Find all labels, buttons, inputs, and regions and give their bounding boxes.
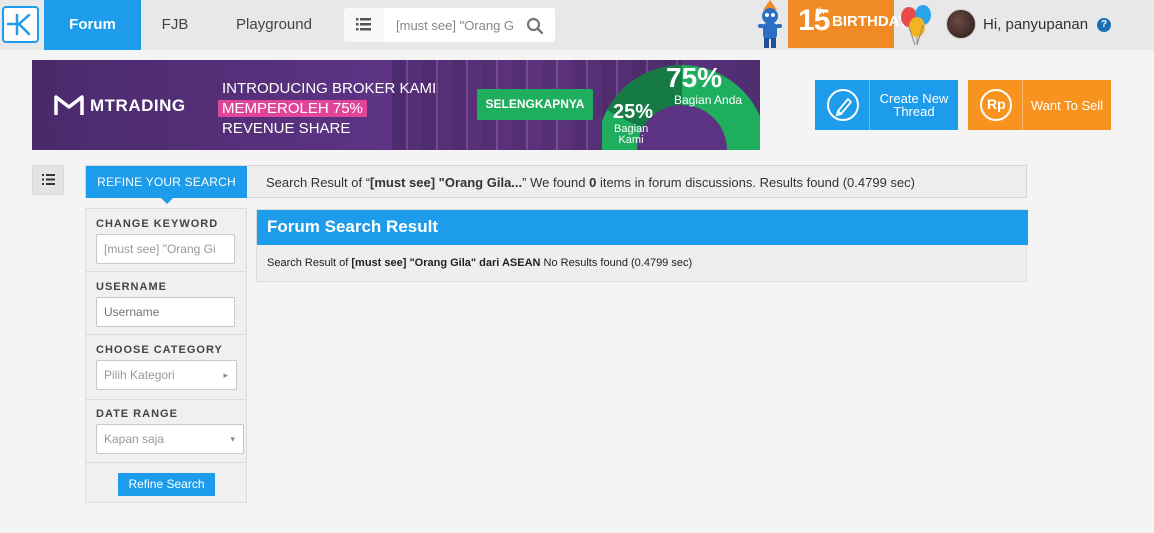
results-suffix: No Results found (0.4799 sec) xyxy=(540,257,693,269)
birthday-suffix: th xyxy=(816,6,825,16)
refine-search-tab[interactable]: REFINE YOUR SEARCH xyxy=(86,166,247,204)
sidebar-toggle-icon[interactable] xyxy=(32,165,64,195)
username-section: USERNAME xyxy=(86,272,246,335)
banner-big-percent: 75% xyxy=(666,62,723,93)
forum-results-text: Search Result of [must see] "Orang Gila"… xyxy=(267,257,692,269)
want-to-sell-button[interactable]: Rp Want To Sell xyxy=(968,80,1111,130)
username-input[interactable] xyxy=(96,297,235,327)
forum-results-panel: Forum Search Result Search Result of [mu… xyxy=(256,209,1028,282)
summary-prefix: Search Result of “ xyxy=(266,175,371,190)
date-value: Kapan saja xyxy=(104,432,165,446)
kaskus-logo[interactable] xyxy=(2,6,39,43)
nav-tab-playground[interactable]: Playground xyxy=(218,0,330,50)
balloons-icon xyxy=(897,3,937,47)
birthday-badge[interactable]: 15 th BIRTHDAY xyxy=(788,0,908,48)
create-thread-button[interactable]: Create New Thread xyxy=(815,80,958,130)
banner-line-2: MEMPEROLEH 75% xyxy=(218,100,367,117)
refine-panel: CHANGE KEYWORD USERNAME CHOOSE CATEGORY … xyxy=(85,208,247,503)
banner-small-label: Bagian Kami xyxy=(614,123,649,146)
category-select[interactable]: Pilih Kategori ▸ xyxy=(96,360,237,390)
chevron-down-icon: ▾ xyxy=(230,434,235,444)
banner-cta-button[interactable]: SELENGKAPNYA xyxy=(477,89,593,120)
search-bar xyxy=(344,8,555,42)
summary-mid: ” We found xyxy=(522,175,590,190)
date-section: DATE RANGE Kapan saja ▾ xyxy=(86,400,246,463)
pencil-icon xyxy=(815,80,870,130)
date-title: DATE RANGE xyxy=(96,408,178,420)
banner-line-1: INTRODUCING BROKER KAMI xyxy=(222,80,437,97)
summary-suffix: items in forum discussions. Results foun… xyxy=(596,175,915,190)
banner-brand-text: MTRADING xyxy=(90,96,186,115)
ad-banner[interactable]: MTRADING INTRODUCING BROKER KAMI MEMPERO… xyxy=(32,60,760,150)
category-value: Pilih Kategori xyxy=(104,368,175,382)
mascot-icon xyxy=(753,0,787,50)
category-title: CHOOSE CATEGORY xyxy=(96,344,223,356)
search-icon[interactable] xyxy=(526,17,544,35)
birthday-number: 15 xyxy=(798,4,830,37)
list-icon[interactable] xyxy=(344,8,384,42)
chevron-right-icon: ▸ xyxy=(223,370,228,380)
forum-results-title: Forum Search Result xyxy=(257,210,1028,245)
nav-tab-forum[interactable]: Forum xyxy=(44,0,141,50)
banner-brand: MTRADING xyxy=(54,93,214,117)
search-summary-text: Search Result of “[must see] "Orang Gila… xyxy=(266,175,915,190)
banner-small-percent: 25% xyxy=(613,101,654,123)
rupiah-icon: Rp xyxy=(968,80,1023,130)
banner-line-3: REVENUE SHARE xyxy=(222,120,351,137)
summary-query: [must see] "Orang Gila... xyxy=(370,175,523,190)
results-query: [must see] "Orang Gila" dari ASEAN xyxy=(351,257,541,269)
user-avatar[interactable] xyxy=(946,9,976,39)
keyword-title: CHANGE KEYWORD xyxy=(96,218,219,230)
rupiah-icon-text: Rp xyxy=(987,96,1006,112)
date-range-select[interactable]: Kapan saja ▾ xyxy=(96,424,244,454)
top-bar: Forum FJB Playground [must see] "Orang G… xyxy=(0,0,1154,50)
keyword-section: CHANGE KEYWORD xyxy=(86,209,246,272)
mtrading-logo-icon xyxy=(54,95,84,115)
help-icon[interactable]: ? xyxy=(1097,18,1111,32)
nav-tab-fjb[interactable]: FJB xyxy=(141,0,209,50)
results-prefix: Search Result of xyxy=(267,257,352,269)
create-thread-label: Create New Thread xyxy=(879,91,949,119)
refine-search-button[interactable]: Refine Search xyxy=(118,473,215,496)
want-to-sell-label: Want To Sell xyxy=(1030,97,1104,113)
search-summary-bar: REFINE YOUR SEARCH Search Result of “[mu… xyxy=(85,165,1027,204)
username-title: USERNAME xyxy=(96,281,167,293)
banner-big-label: Bagian Anda xyxy=(674,93,743,107)
user-greeting[interactable]: Hi, panyupanan xyxy=(983,16,1088,33)
category-section: CHOOSE CATEGORY Pilih Kategori ▸ xyxy=(86,335,246,400)
keyword-input[interactable] xyxy=(96,234,235,264)
